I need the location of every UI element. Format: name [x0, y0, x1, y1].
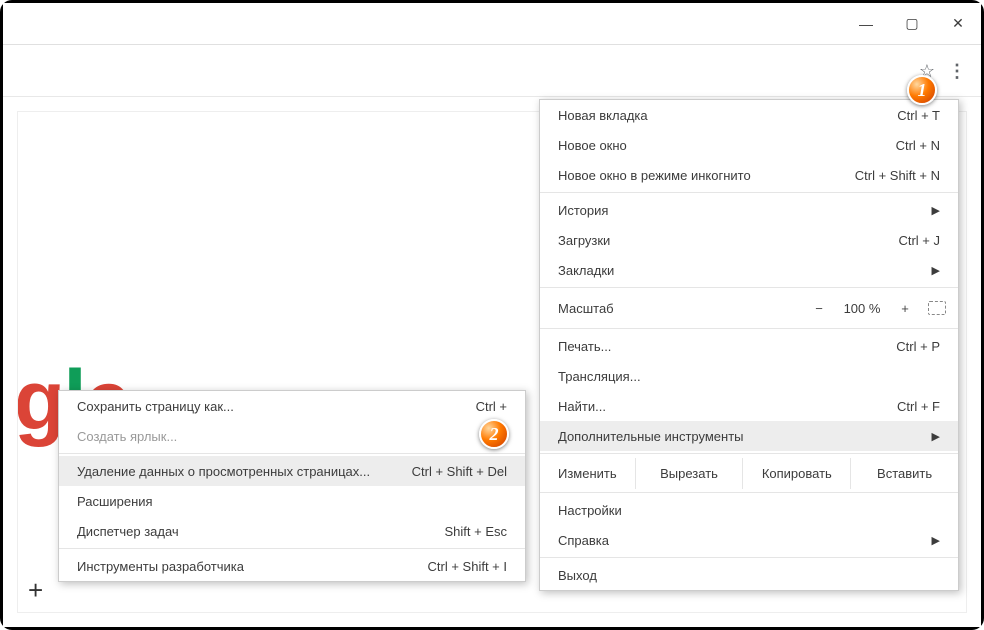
submenu-developer-tools[interactable]: Инструменты разработчика Ctrl + Shift + … [59, 551, 525, 581]
zoom-value: 100 % [834, 301, 890, 316]
menu-item-shortcut: Ctrl + Shift + I [428, 559, 507, 574]
menu-print[interactable]: Печать... Ctrl + P [540, 331, 958, 361]
submenu-clear-browsing-data[interactable]: Удаление данных о просмотренных страница… [59, 456, 525, 486]
menu-item-label: Найти... [558, 399, 606, 414]
new-tab-plus-icon[interactable]: + [28, 575, 43, 606]
menu-history[interactable]: История ▶ [540, 195, 958, 225]
window-close-button[interactable]: ✕ [935, 3, 981, 45]
edit-cut-button[interactable]: Вырезать [635, 458, 743, 489]
menu-help[interactable]: Справка ▶ [540, 525, 958, 555]
menu-separator [59, 548, 525, 549]
menu-item-label: Настройки [558, 503, 622, 518]
menu-settings[interactable]: Настройки [540, 495, 958, 525]
zoom-in-button[interactable]: + [890, 301, 920, 316]
menu-item-label: Дополнительные инструменты [558, 429, 744, 444]
menu-incognito[interactable]: Новое окно в режиме инкогнито Ctrl + Shi… [540, 160, 958, 190]
window-titlebar: — ▢ ✕ [3, 3, 981, 45]
menu-item-shortcut: Ctrl + J [898, 233, 940, 248]
menu-separator [540, 328, 958, 329]
edit-copy-button[interactable]: Копировать [742, 458, 850, 489]
edit-label: Изменить [540, 466, 635, 481]
menu-item-label: Инструменты разработчика [77, 559, 244, 574]
submenu-save-page-as[interactable]: Сохранить страницу как... Ctrl + [59, 391, 525, 421]
menu-item-shortcut: Ctrl + [476, 399, 507, 414]
zoom-out-button[interactable]: − [804, 301, 834, 316]
menu-cast[interactable]: Трансляция... [540, 361, 958, 391]
window-maximize-button[interactable]: ▢ [889, 3, 935, 45]
menu-item-label: Выход [558, 568, 597, 583]
menu-separator [540, 492, 958, 493]
menu-item-label: Новое окно [558, 138, 627, 153]
menu-item-label: Удаление данных о просмотренных страница… [77, 464, 370, 479]
menu-item-shortcut: Shift + Esc [445, 524, 508, 539]
menu-separator [540, 192, 958, 193]
window-minimize-button[interactable]: — [843, 3, 889, 45]
submenu-create-shortcut: Создать ярлык... [59, 421, 525, 451]
menu-item-label: Расширения [77, 494, 153, 509]
menu-item-shortcut: Ctrl + F [897, 399, 940, 414]
annotation-callout-2: 2 [479, 419, 509, 449]
menu-exit[interactable]: Выход [540, 560, 958, 590]
menu-item-label: Сохранить страницу как... [77, 399, 234, 414]
menu-item-label: Создать ярлык... [77, 429, 177, 444]
menu-find[interactable]: Найти... Ctrl + F [540, 391, 958, 421]
menu-item-shortcut: Ctrl + Shift + Del [412, 464, 507, 479]
menu-separator [540, 453, 958, 454]
menu-item-label: История [558, 203, 608, 218]
submenu-arrow-icon: ▶ [932, 430, 940, 443]
menu-item-shortcut: Ctrl + T [897, 108, 940, 123]
menu-item-label: Закладки [558, 263, 614, 278]
menu-zoom: Масштаб − 100 % + [540, 290, 958, 326]
menu-item-shortcut: Ctrl + Shift + N [855, 168, 940, 183]
edit-paste-button[interactable]: Вставить [850, 458, 958, 489]
menu-new-tab[interactable]: Новая вкладка Ctrl + T [540, 100, 958, 130]
menu-item-label: Диспетчер задач [77, 524, 179, 539]
menu-item-label: Трансляция... [558, 369, 641, 384]
menu-separator [540, 287, 958, 288]
browser-toolbar: ☆ ⋮ [3, 45, 981, 97]
menu-new-window[interactable]: Новое окно Ctrl + N [540, 130, 958, 160]
menu-item-label: Справка [558, 533, 609, 548]
submenu-arrow-icon: ▶ [932, 264, 940, 277]
submenu-arrow-icon: ▶ [932, 204, 940, 217]
menu-downloads[interactable]: Загрузки Ctrl + J [540, 225, 958, 255]
zoom-label: Масштаб [558, 301, 804, 316]
menu-edit-row: Изменить Вырезать Копировать Вставить [540, 456, 958, 490]
menu-item-shortcut: Ctrl + N [896, 138, 940, 153]
menu-separator [540, 557, 958, 558]
fullscreen-icon[interactable] [928, 301, 946, 315]
menu-bookmarks[interactable]: Закладки ▶ [540, 255, 958, 285]
chrome-menu-button[interactable]: ⋮ [943, 57, 971, 85]
menu-item-label: Загрузки [558, 233, 610, 248]
submenu-extensions[interactable]: Расширения [59, 486, 525, 516]
more-tools-submenu: Сохранить страницу как... Ctrl + Создать… [58, 390, 526, 582]
submenu-arrow-icon: ▶ [932, 534, 940, 547]
menu-item-shortcut: Ctrl + P [896, 339, 940, 354]
menu-more-tools[interactable]: Дополнительные инструменты ▶ [540, 421, 958, 451]
menu-separator [59, 453, 525, 454]
menu-item-label: Новое окно в режиме инкогнито [558, 168, 751, 183]
annotation-callout-1: 1 [907, 75, 937, 105]
menu-item-label: Печать... [558, 339, 611, 354]
submenu-task-manager[interactable]: Диспетчер задач Shift + Esc [59, 516, 525, 546]
menu-item-label: Новая вкладка [558, 108, 648, 123]
chrome-main-menu: Новая вкладка Ctrl + T Новое окно Ctrl +… [539, 99, 959, 591]
